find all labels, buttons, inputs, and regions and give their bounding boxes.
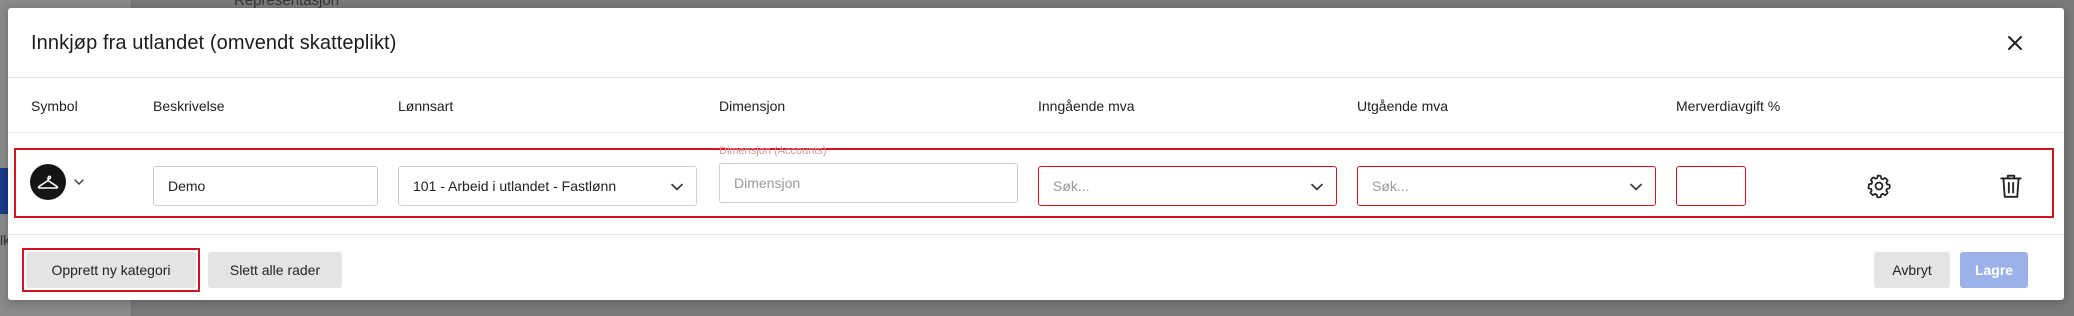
chevron-down-icon: [1630, 183, 1642, 191]
close-icon[interactable]: [2004, 32, 2026, 54]
cancel-button[interactable]: Avbryt: [1874, 252, 1950, 288]
dimension-input[interactable]: Dimensjon: [719, 163, 1018, 203]
output-vat-select[interactable]: Søk...: [1357, 166, 1656, 206]
header-divider: [8, 132, 2064, 133]
hanger-icon: [37, 175, 59, 189]
dimension-placeholder: Dimensjon: [734, 175, 801, 191]
chevron-down-icon: [671, 183, 683, 191]
modal-header: Innkjøp fra utlandet (omvendt skatteplik…: [8, 8, 2064, 78]
reverse-charge-modal: Innkjøp fra utlandet (omvendt skatteplik…: [8, 8, 2064, 300]
wage-type-value: 101 - Arbeid i utlandet - Fastlønn: [413, 178, 617, 194]
column-header-vat-percent: Merverdiavgift %: [1676, 98, 1781, 114]
modal-title: Innkjøp fra utlandet (omvendt skatteplik…: [31, 32, 397, 54]
trash-icon[interactable]: [1999, 173, 2023, 199]
input-vat-select[interactable]: Søk...: [1038, 166, 1337, 206]
symbol-picker[interactable]: [30, 164, 66, 200]
column-header-wage-type: Lønnsart: [398, 98, 454, 114]
chevron-down-icon[interactable]: [72, 175, 86, 189]
output-vat-placeholder: Søk...: [1372, 178, 1409, 194]
create-category-button[interactable]: Opprett ny kategori: [26, 252, 196, 288]
chevron-down-icon: [1311, 183, 1323, 191]
column-header-input-vat: Inngående mva: [1038, 98, 1135, 114]
gear-icon[interactable]: [1866, 173, 1892, 199]
description-input[interactable]: Demo: [153, 166, 378, 206]
wage-type-select[interactable]: 101 - Arbeid i utlandet - Fastlønn: [398, 166, 697, 206]
column-header-dimension: Dimensjon: [719, 98, 786, 114]
description-value: Demo: [168, 178, 206, 194]
vat-percent-input[interactable]: [1676, 166, 1746, 206]
column-header-description: Beskrivelse: [153, 98, 225, 114]
delete-all-rows-button[interactable]: Slett alle rader: [208, 252, 342, 288]
input-vat-placeholder: Søk...: [1053, 178, 1090, 194]
save-button[interactable]: Lagre: [1960, 252, 2028, 288]
dimension-floating-label: Dimensjon (Accounts): [719, 145, 827, 157]
column-header-symbol: Symbol: [31, 98, 78, 114]
row-divider: [8, 234, 2064, 235]
background-active-marker: [0, 168, 8, 214]
column-header-output-vat: Utgående mva: [1357, 98, 1449, 114]
